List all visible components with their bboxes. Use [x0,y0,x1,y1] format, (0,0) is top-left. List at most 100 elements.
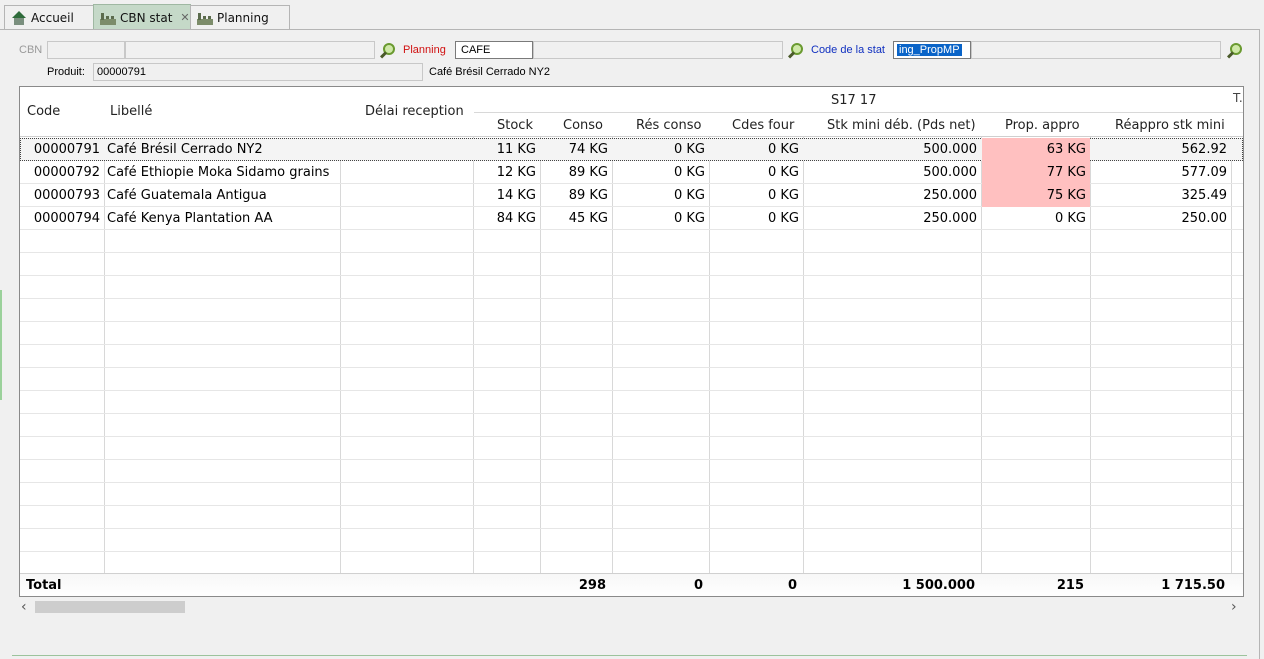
cell-prop-appro: 63 KG [982,138,1090,161]
side-indicator [0,290,2,400]
cell-cdes-four: 0 KG [767,211,799,226]
search-icon[interactable] [378,42,395,58]
cell-res-conso: 0 KG [673,142,705,157]
total-cdes-four: 0 [787,578,797,593]
cell-prop-appro: 77 KG [982,161,1090,184]
cell-reappro: 577.09 [1181,165,1228,180]
col-res-conso[interactable]: Rés conso [636,118,701,133]
col-stk-mini[interactable]: Stk mini déb. (Pds net) [827,118,976,133]
tab-bar: Accueil CBN stat ✕ Planning [0,0,1264,30]
cell-stk-mini: 500.000 [923,142,977,157]
cell-libelle: Café Ethiopie Moka Sidamo grains [107,165,330,180]
tab-label: CBN stat [120,10,173,25]
search-icon[interactable] [1225,42,1242,58]
cell-code: 00000793 [33,188,100,203]
total-label: Total [26,578,62,593]
cell-prop-appro: 75 KG [982,184,1090,207]
table-row[interactable]: 00000793 Café Guatemala Antigua 14 KG 89… [20,184,1243,207]
planning-code-field[interactable]: CAFE [455,41,533,59]
cell-stock: 14 KG [496,188,536,203]
horizontal-scrollbar[interactable]: ‹ › [19,598,1244,616]
factory-icon [197,11,213,25]
status-divider [12,655,1247,656]
total-conso: 298 [578,578,606,593]
code-stat-field[interactable]: ing_PropMP [893,41,971,59]
cbn-label: CBN [19,44,43,56]
grid-header: Code Libellé Délai reception S17 17 T. S… [20,87,1243,137]
col-truncated[interactable]: T. [1233,91,1243,105]
frame-border [1259,29,1260,659]
cell-conso: 74 KG [568,142,608,157]
produit-description: Café Brésil Cerrado NY2 [429,66,551,78]
col-libelle[interactable]: Libellé [110,104,152,119]
cell-libelle: Café Guatemala Antigua [107,188,267,203]
scroll-right-icon[interactable]: › [1231,598,1237,616]
cell-code: 00000791 [33,142,100,157]
produit-label: Produit: [47,66,85,78]
total-row: Total 298 0 0 1 500.000 215 1 715.50 [20,573,1243,596]
tab-divider [0,29,1260,30]
scrollbar-thumb[interactable] [35,601,185,613]
col-code[interactable]: Code [27,104,60,119]
code-stat-description-field[interactable] [971,41,1221,59]
col-delai[interactable]: Délai reception [365,104,464,119]
cell-stk-mini: 250.000 [923,211,977,226]
planning-label: Planning [403,44,446,56]
period-header: S17 17 [831,93,877,108]
cell-res-conso: 0 KG [673,165,705,180]
factory-icon [100,10,116,25]
cell-delai [341,184,473,207]
search-icon[interactable] [786,42,803,58]
col-prop-appro[interactable]: Prop. appro [1005,118,1080,133]
cbn-code-field[interactable] [47,41,125,59]
table-row[interactable]: 00000791 Café Brésil Cerrado NY2 11 KG 7… [20,138,1243,161]
cell-stock: 11 KG [496,142,536,157]
tab-cbn-stat[interactable]: CBN stat ✕ [93,4,191,30]
produit-field: 00000791 [93,63,423,81]
total-prop-appro: 215 [1056,578,1084,593]
cell-prop-appro: 0 KG [1054,211,1086,226]
code-stat-label: Code de la stat [811,44,885,56]
total-res-conso: 0 [693,578,703,593]
col-reappro[interactable]: Réappro stk mini [1115,118,1225,133]
cell-conso: 89 KG [568,165,608,180]
cell-libelle: Café Brésil Cerrado NY2 [107,142,263,157]
cell-stock: 84 KG [496,211,536,226]
tab-label: Accueil [31,11,74,25]
cell-res-conso: 0 KG [673,211,705,226]
cell-stk-mini: 500.000 [923,165,977,180]
cell-reappro: 250.00 [1181,211,1228,226]
col-stock[interactable]: Stock [497,118,533,133]
table-row[interactable]: 00000792 Café Ethiopie Moka Sidamo grain… [20,161,1243,184]
tab-planning[interactable]: Planning [190,5,290,30]
cbn-description-field[interactable] [125,41,375,59]
scroll-left-icon[interactable]: ‹ [21,598,27,616]
cell-stock: 12 KG [496,165,536,180]
cell-cdes-four: 0 KG [767,188,799,203]
cell-libelle: Café Kenya Plantation AA [107,211,273,226]
total-stock [474,574,540,596]
code-stat-value: ing_PropMP [897,44,962,56]
total-reappro: 1 715.50 [1161,578,1225,593]
cell-conso: 45 KG [568,211,608,226]
planning-description-field[interactable] [533,41,783,59]
tab-label: Planning [217,11,269,25]
cell-res-conso: 0 KG [673,188,705,203]
close-icon[interactable]: ✕ [180,11,189,24]
cell-conso: 89 KG [568,188,608,203]
table-row[interactable]: 00000794 Café Kenya Plantation AA 84 KG … [20,207,1243,230]
home-icon [11,11,27,25]
cbn-stat-window: Accueil CBN stat ✕ Planning CBN Planning… [0,0,1264,659]
col-conso[interactable]: Conso [563,118,603,133]
cell-reappro: 325.49 [1181,188,1228,203]
cell-cdes-four: 0 KG [767,165,799,180]
cell-delai [341,161,473,184]
total-stk-mini: 1 500.000 [902,578,975,593]
cell-delai [341,138,473,161]
cell-delai [341,207,473,230]
col-cdes-four[interactable]: Cdes four [732,118,794,133]
cbn-grid[interactable]: Code Libellé Délai reception S17 17 T. S… [19,86,1244,597]
cell-stk-mini: 250.000 [923,188,977,203]
cell-reappro: 562.92 [1181,142,1228,157]
tab-accueil[interactable]: Accueil [4,5,94,30]
